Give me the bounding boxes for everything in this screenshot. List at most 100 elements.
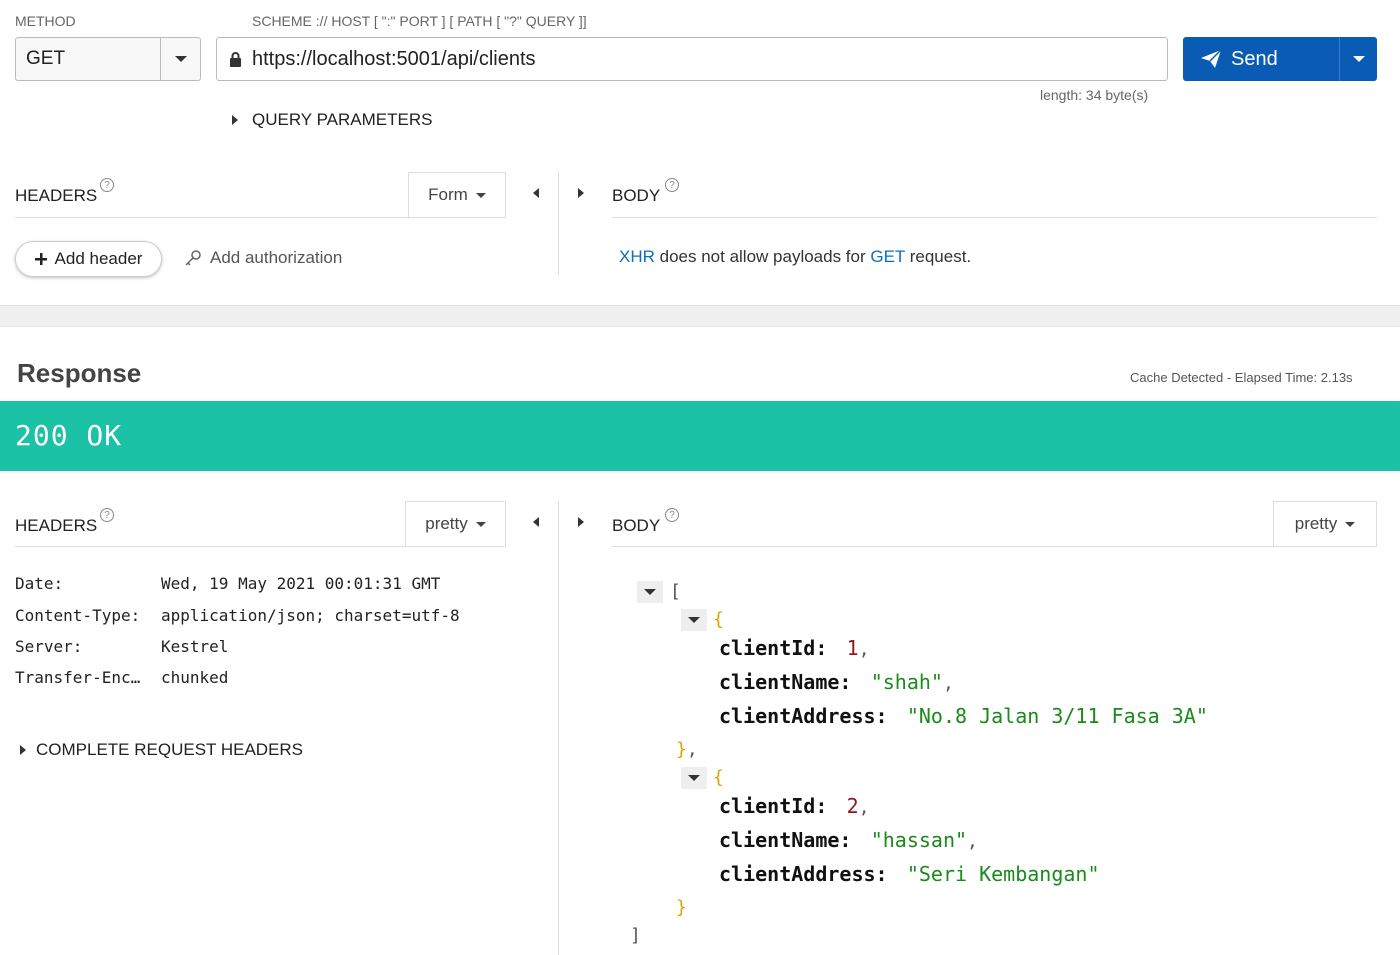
collapse-left-icon[interactable]	[533, 188, 539, 198]
send-button[interactable]: Send	[1183, 37, 1339, 81]
header-key: Transfer-Enc…	[15, 668, 141, 687]
panel-splitter[interactable]	[558, 501, 559, 955]
chevron-down-icon	[475, 521, 486, 527]
response-title: Response	[17, 358, 142, 388]
panel-splitter[interactable]	[558, 172, 559, 275]
json-close-bracket: ]	[630, 925, 641, 946]
json-property: clientId: 2,	[719, 794, 870, 818]
plus-icon	[34, 253, 47, 265]
help-icon[interactable]: ?	[665, 178, 679, 192]
header-value: Kestrel	[161, 637, 229, 656]
response-body-mode-select[interactable]: pretty	[1273, 501, 1377, 546]
body-message: XHR does not allow payloads for GET requ…	[619, 247, 971, 267]
chevron-right-icon	[20, 745, 26, 755]
section-separator	[0, 305, 1400, 327]
json-open-brace: {	[713, 767, 724, 788]
json-number: 2	[846, 794, 859, 818]
add-header-button[interactable]: Add header	[15, 241, 162, 277]
chevron-down-icon	[475, 192, 486, 198]
headers-mode-select[interactable]: Form	[408, 172, 506, 217]
chevron-down-icon	[688, 617, 700, 623]
length-text: length: 34 byte(s)	[1040, 87, 1149, 103]
response-body-title: BODY	[612, 516, 661, 535]
chevron-down-icon	[688, 775, 700, 781]
help-icon[interactable]: ?	[665, 508, 679, 522]
collapse-object-toggle[interactable]	[681, 767, 707, 789]
collapse-array-toggle[interactable]	[637, 581, 663, 603]
response-meta: Cache Detected - Elapsed Time: 2.13s	[1130, 370, 1353, 385]
response-headers-title: HEADERS	[15, 516, 98, 535]
get-link[interactable]: GET	[870, 247, 905, 266]
response-body-mode-value: pretty	[1294, 514, 1338, 533]
json-open-bracket: [	[670, 581, 681, 602]
chevron-down-icon	[644, 589, 656, 595]
request-body-title: BODY	[612, 186, 661, 205]
query-parameters-toggle[interactable]: QUERY PARAMETERS	[232, 110, 432, 130]
collapse-right-icon[interactable]	[578, 188, 584, 198]
help-icon[interactable]: ?	[100, 508, 114, 522]
json-key: clientId:	[719, 636, 828, 660]
collapse-left-icon[interactable]	[533, 517, 539, 527]
header-value: chunked	[161, 668, 229, 687]
divider	[15, 217, 506, 218]
json-string: "hassan"	[870, 828, 968, 852]
header-key: Content-Type:	[15, 606, 141, 625]
json-key: clientName:	[719, 670, 852, 694]
json-key: clientId:	[719, 794, 828, 818]
json-close-brace: }	[676, 897, 687, 918]
body-message-end: request.	[905, 247, 972, 266]
url-value: https://localhost:5001/api/clients	[252, 47, 536, 70]
send-label: Send	[1231, 47, 1278, 70]
json-string: "shah"	[870, 670, 943, 694]
help-icon[interactable]: ?	[100, 178, 114, 192]
json-close-brace: },	[676, 739, 698, 760]
query-parameters-label: QUERY PARAMETERS	[252, 110, 433, 129]
body-message-text: does not allow payloads for	[654, 247, 871, 266]
add-header-label: Add header	[54, 249, 143, 268]
url-format-label: SCHEME :// HOST [ ":" PORT ] [ PATH [ "?…	[252, 13, 587, 29]
json-string: "No.8 Jalan 3/11 Fasa 3A"	[906, 704, 1208, 728]
json-property: clientName: "shah",	[719, 670, 954, 694]
status-bar: 200 OK	[0, 401, 1400, 471]
collapse-object-toggle[interactable]	[681, 609, 707, 631]
json-key: clientAddress:	[719, 862, 888, 886]
method-label: METHOD	[15, 13, 76, 29]
response-headers-mode-select[interactable]: pretty	[405, 501, 506, 546]
headers-mode-value: Form	[428, 185, 468, 204]
divider	[612, 546, 1377, 547]
response-headers-mode-value: pretty	[425, 514, 468, 533]
divider	[612, 217, 1377, 218]
url-input[interactable]: https://localhost:5001/api/clients	[216, 37, 1168, 81]
complete-request-headers-label: COMPLETE REQUEST HEADERS	[36, 740, 304, 759]
lock-icon	[230, 51, 241, 67]
json-property: clientName: "hassan",	[719, 828, 978, 852]
method-value: GET	[26, 48, 66, 69]
json-property: clientAddress: "No.8 Jalan 3/11 Fasa 3A"	[719, 704, 1208, 728]
json-open-brace: {	[713, 609, 724, 630]
chevron-down-icon	[174, 56, 187, 62]
paper-plane-icon	[1201, 50, 1221, 68]
header-row: Server: Kestrel	[15, 637, 228, 656]
method-select[interactable]: GET	[15, 37, 201, 81]
json-string: "Seri Kembangan"	[906, 862, 1100, 886]
complete-request-headers-toggle[interactable]: COMPLETE REQUEST HEADERS	[20, 740, 303, 760]
key-icon	[185, 250, 201, 266]
send-button-group[interactable]: Send	[1183, 37, 1377, 81]
chevron-right-icon	[232, 115, 238, 125]
add-authorization-button[interactable]: Add authorization	[184, 248, 342, 268]
header-row: Content-Type: application/json; charset=u…	[15, 606, 460, 625]
header-value: application/json; charset=utf-8	[161, 606, 460, 625]
xhr-link[interactable]: XHR	[619, 247, 655, 266]
header-value: Wed, 19 May 2021 00:01:31 GMT	[161, 574, 441, 593]
method-dropdown-button[interactable]	[160, 38, 200, 80]
json-key: clientAddress:	[719, 704, 888, 728]
chevron-down-icon	[1345, 521, 1356, 527]
header-key: Date:	[15, 574, 64, 593]
add-authorization-label: Add authorization	[210, 248, 343, 267]
header-row: Date: Wed, 19 May 2021 00:01:31 GMT	[15, 574, 440, 593]
json-property: clientId: 1,	[719, 636, 870, 660]
send-dropdown-button[interactable]	[1339, 37, 1377, 81]
header-row: Transfer-Enc… chunked	[15, 668, 228, 687]
collapse-right-icon[interactable]	[578, 517, 584, 527]
header-key: Server:	[15, 637, 83, 656]
